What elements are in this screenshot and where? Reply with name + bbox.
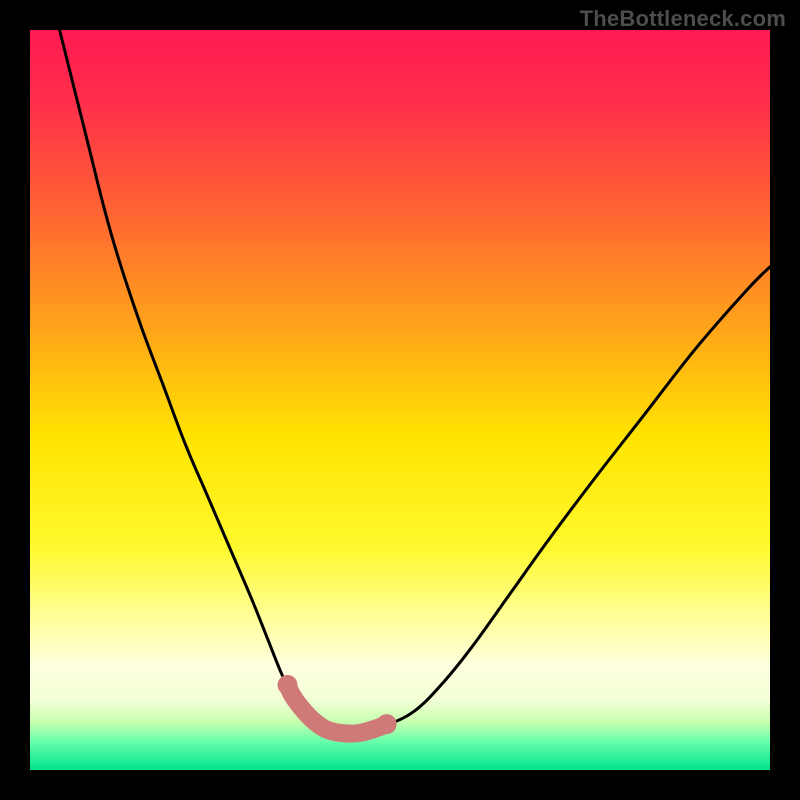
plot-area bbox=[30, 30, 770, 770]
outer-frame: TheBottleneck.com bbox=[0, 0, 800, 800]
chart-canvas bbox=[30, 30, 770, 770]
optimal-zone-highlight bbox=[288, 685, 387, 734]
bottleneck-curve bbox=[60, 30, 770, 734]
watermark-text: TheBottleneck.com bbox=[580, 6, 786, 32]
